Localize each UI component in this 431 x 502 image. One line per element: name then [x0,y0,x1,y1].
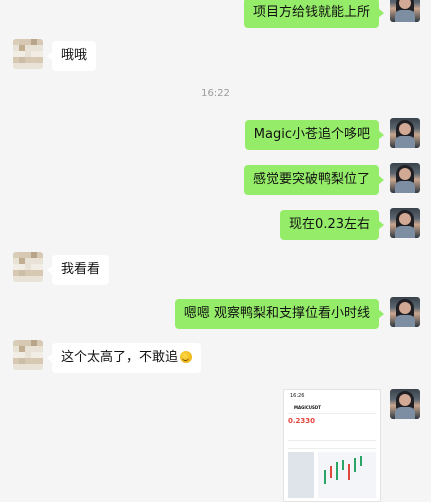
avatar-body [395,226,415,238]
contact-avatar[interactable] [13,340,43,370]
screenshot-time: 16:26 [290,393,305,399]
my-avatar[interactable] [390,163,420,193]
message-bubble-incoming[interactable]: 我看看 [46,255,110,285]
chart-area [318,452,376,498]
message-bubble-incoming[interactable]: 这个太高了，不敢追 [46,343,202,373]
avatar-face [399,394,411,406]
avatar-face [399,302,411,314]
avatar-body [395,407,415,419]
my-avatar[interactable] [390,389,420,419]
message-text: 这个太高了，不敢追 [61,350,179,365]
avatar-face [399,168,411,180]
avatar-body [395,10,415,22]
my-avatar[interactable] [390,208,420,238]
avatar-body [395,181,415,193]
message-bubble-outgoing[interactable]: 感觉要突破鸭梨位了 [243,165,385,195]
chat-timestamp: 16:22 [201,88,230,99]
message-bubble-incoming[interactable]: 哦哦 [46,41,97,71]
screenshot-pair: MAGICUSDT [294,405,321,410]
divider [288,448,376,449]
my-avatar[interactable] [390,118,420,148]
message-bubble-outgoing[interactable]: 嗯嗯 观察鸭梨和支撑位看小时线 [174,299,385,329]
screenshot-price: 0.2330 [288,417,316,425]
message-bubble-outgoing[interactable]: 现在0.23左右 [280,210,384,240]
contact-avatar[interactable] [13,252,43,282]
order-book-column [288,452,314,498]
contact-avatar[interactable] [13,39,43,69]
avatar-body [395,136,415,148]
candle [342,460,344,470]
message-bubble-outgoing[interactable]: Magic小苍追个哆吧 [244,120,385,150]
candle [360,456,362,466]
my-avatar[interactable] [390,0,420,22]
grinning-sweat-emoji-icon [180,351,193,363]
avatar-face [399,123,411,135]
candle [330,466,332,478]
my-avatar[interactable] [390,297,420,327]
candle [324,470,326,484]
candle [354,458,356,472]
avatar-face [399,213,411,225]
image-message-screenshot[interactable]: 16:26 MAGICUSDT 0.2330 [283,389,381,502]
candle [336,462,338,480]
divider [288,440,376,441]
candle [348,464,350,480]
message-bubble-outgoing[interactable]: 项目方给钱就能上所 [243,0,385,28]
avatar-body [395,315,415,327]
divider [288,413,376,414]
